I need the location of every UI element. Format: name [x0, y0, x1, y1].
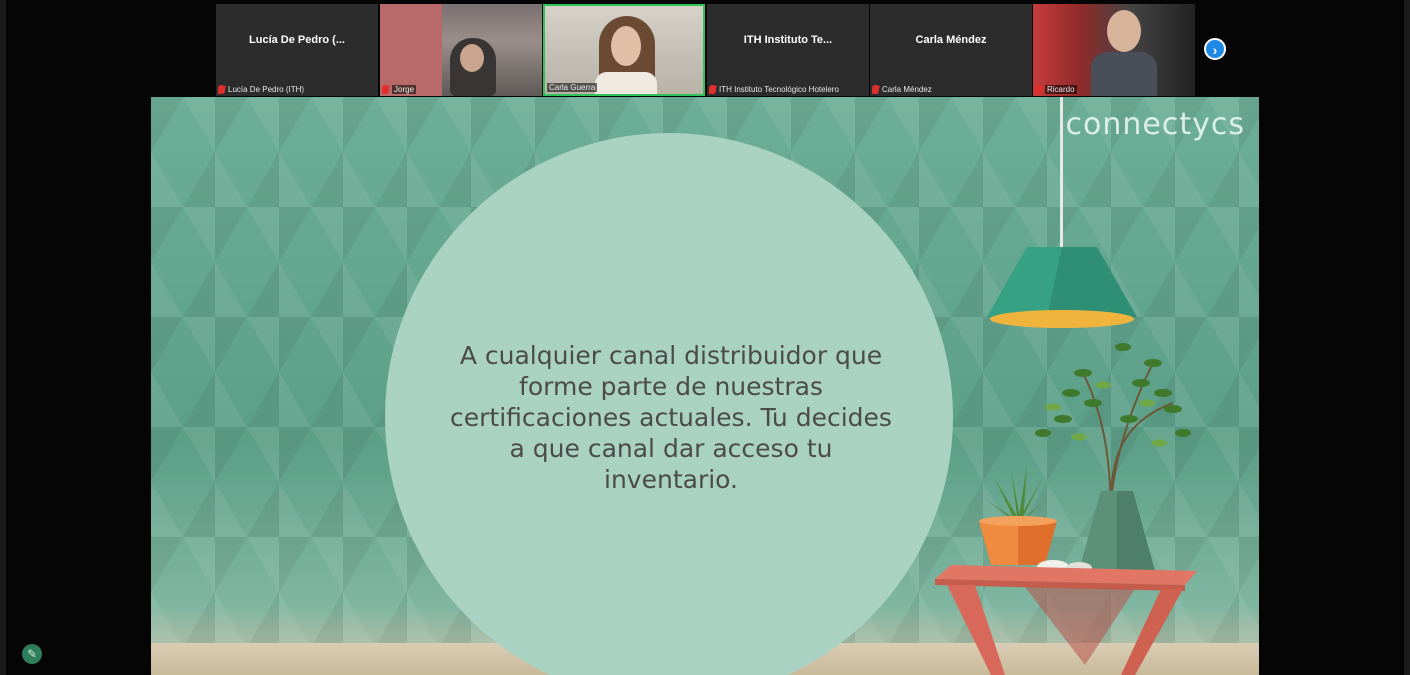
- annotate-pencil-icon[interactable]: ✎: [22, 644, 42, 664]
- participant-tile-carla-guerra[interactable]: Carla Guerra: [543, 4, 705, 96]
- participant-display-name: ITH Instituto Te...: [743, 34, 833, 46]
- chevron-right-icon: ›: [1212, 42, 1218, 58]
- participant-name-tag: Lucía De Pedro (ITH): [228, 85, 305, 94]
- participant-footer: ITH Instituto Tecnológico Hotelero: [709, 85, 839, 94]
- participant-footer: Carla Guerra: [547, 83, 598, 92]
- connectycs-logo: connectycs: [1065, 107, 1245, 142]
- microphone-muted-icon: [709, 85, 716, 94]
- participant-gallery: Lucía De Pedro (... Lucía De Pedro (ITH)…: [216, 4, 1196, 96]
- participant-footer: Carla Méndez: [872, 85, 932, 94]
- participant-name-tag: Carla Guerra: [547, 83, 598, 92]
- shared-screen-slide: A cualquier canal distribuidor que forme…: [151, 97, 1259, 675]
- participant-tile-ith[interactable]: ITH Instituto Te... ITH Instituto Tecnol…: [707, 4, 869, 96]
- participant-name-tag: Jorge: [392, 85, 417, 94]
- microphone-muted-icon: [218, 85, 225, 94]
- lamp-cord: [1060, 97, 1063, 247]
- slide-body-text: A cualquier canal distribuidor que forme…: [450, 341, 892, 494]
- participant-display-name: Lucía De Pedro (...: [249, 34, 345, 46]
- participant-display-name: Carla Méndez: [915, 34, 987, 46]
- side-table-illustration: [935, 565, 1197, 675]
- participant-video: [380, 4, 542, 96]
- participant-name-tag: Ricardo: [1045, 85, 1077, 94]
- meeting-window: Lucía De Pedro (... Lucía De Pedro (ITH)…: [0, 0, 1410, 675]
- gallery-next-page-button[interactable]: ›: [1204, 38, 1226, 60]
- microphone-muted-icon: [1035, 85, 1042, 94]
- participant-video: [545, 6, 703, 94]
- participant-footer: Ricardo: [1035, 85, 1077, 94]
- participant-footer: Lucía De Pedro (ITH): [218, 85, 304, 94]
- participant-name-tag: Carla Méndez: [882, 85, 932, 94]
- participant-tile-carla-mendez[interactable]: Carla Méndez Carla Méndez: [870, 4, 1032, 96]
- participant-tile-ricardo[interactable]: Ricardo: [1033, 4, 1195, 96]
- microphone-muted-icon: [382, 85, 389, 94]
- succulent-illustration: [985, 465, 1051, 523]
- participant-tile-jorge[interactable]: Jorge: [380, 4, 542, 96]
- participant-footer: Jorge: [382, 85, 417, 94]
- participant-video: [1033, 4, 1195, 96]
- microphone-muted-icon: [872, 85, 879, 94]
- participant-tile-lucia[interactable]: Lucía De Pedro (... Lucía De Pedro (ITH): [216, 4, 378, 96]
- participant-name-tag: ITH Instituto Tecnológico Hotelero: [719, 85, 839, 94]
- pendant-lamp-illustration: [987, 247, 1137, 328]
